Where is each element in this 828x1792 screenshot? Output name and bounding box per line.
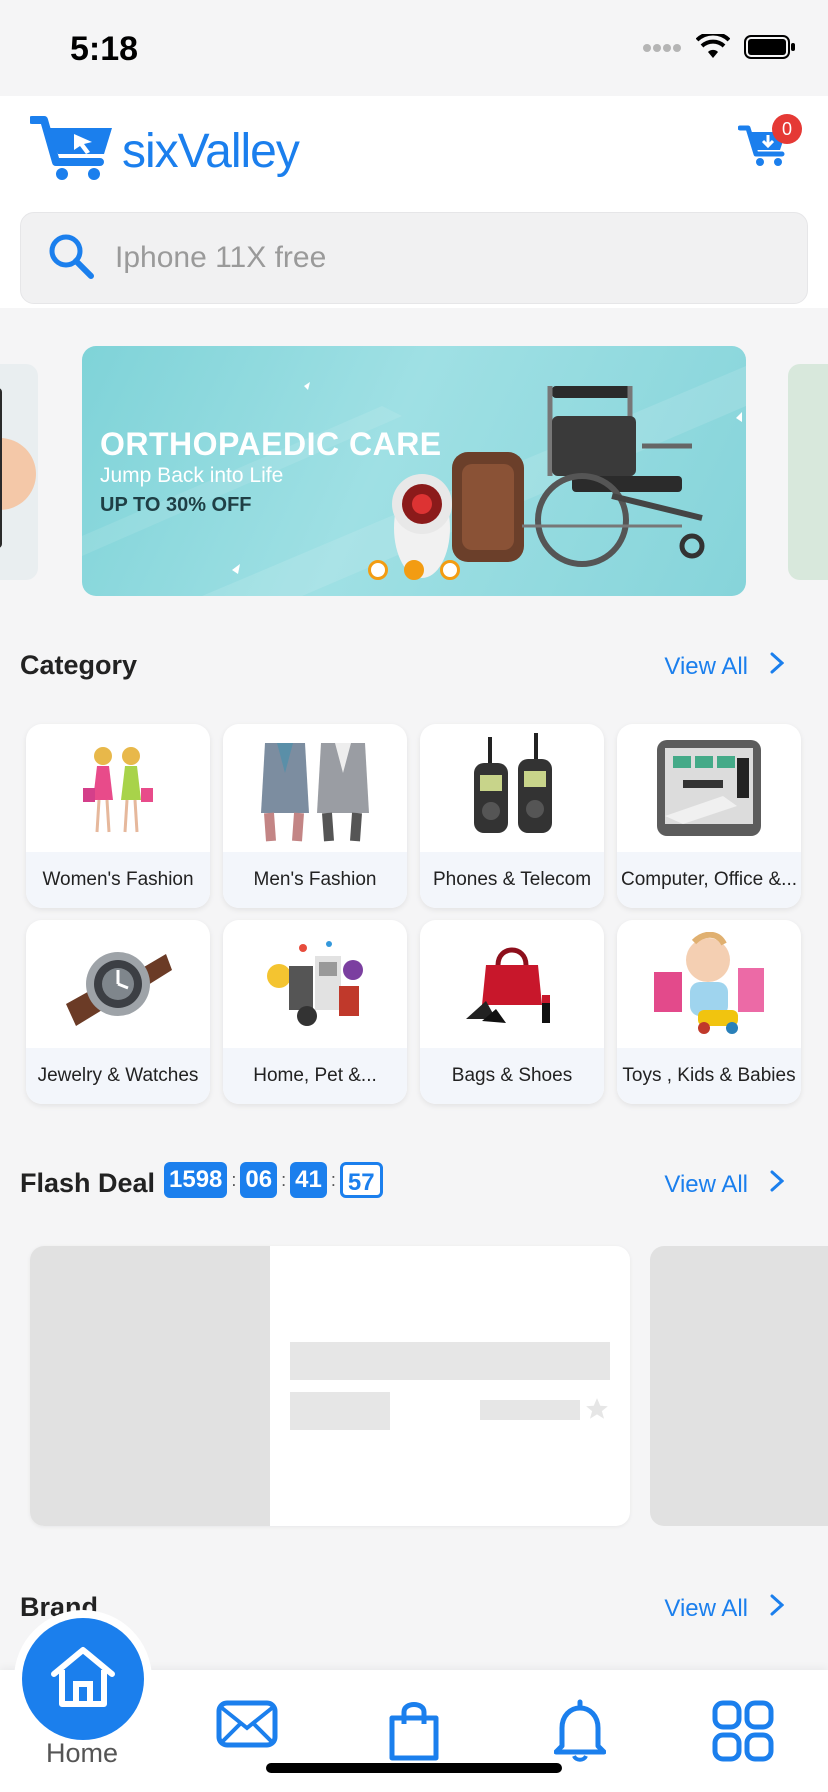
cart-badge: 0 bbox=[772, 114, 802, 144]
bell-icon bbox=[553, 1699, 607, 1766]
nav-orders-button[interactable] bbox=[388, 1700, 440, 1767]
cart-button[interactable]: 0 bbox=[737, 114, 802, 176]
nav-notifications-button[interactable] bbox=[553, 1698, 607, 1767]
category-label: Home, Pet &... bbox=[223, 1048, 407, 1104]
logo-text: sixValley bbox=[122, 125, 300, 178]
chevron-right-icon bbox=[770, 1594, 785, 1623]
flash-deal-view-all[interactable]: View All bbox=[664, 1170, 785, 1199]
mail-icon bbox=[216, 1700, 278, 1752]
timer-hours: 06 bbox=[240, 1162, 278, 1198]
category-label: Bags & Shoes bbox=[420, 1048, 604, 1104]
flash-deal-card-loading[interactable] bbox=[30, 1246, 630, 1526]
view-all-label: View All bbox=[664, 1170, 748, 1198]
category-card-computer-office[interactable]: Computer, Office &... bbox=[617, 724, 801, 908]
category-view-all[interactable]: View All bbox=[664, 652, 785, 681]
timer-separator: : bbox=[281, 1169, 287, 1190]
brand-header: Brand View All bbox=[20, 1592, 808, 1632]
star-icon bbox=[584, 1396, 610, 1427]
search-input[interactable] bbox=[115, 241, 755, 275]
jewelry-watches-image bbox=[26, 920, 210, 1048]
signal-icon bbox=[642, 41, 682, 59]
view-all-label: View All bbox=[664, 652, 748, 680]
product-rating-placeholder bbox=[480, 1400, 580, 1420]
category-label: Women's Fashion bbox=[26, 852, 210, 908]
nav-more-button[interactable] bbox=[712, 1700, 774, 1767]
banner-next-slide[interactable] bbox=[788, 364, 828, 580]
timer-days: 1598 bbox=[164, 1162, 228, 1198]
category-grid: Women's Fashion Men's Fashion Phones & T… bbox=[26, 724, 802, 1104]
cart-logo-icon bbox=[28, 114, 116, 189]
category-card-bags-shoes[interactable]: Bags & Shoes bbox=[420, 920, 604, 1104]
chevron-right-icon bbox=[770, 1170, 785, 1199]
product-name-placeholder bbox=[290, 1342, 610, 1380]
category-card-home-pet[interactable]: Home, Pet &... bbox=[223, 920, 407, 1104]
banner-offer: UP TO 30% OFF bbox=[100, 494, 252, 516]
category-card-mens-fashion[interactable]: Men's Fashion bbox=[223, 724, 407, 908]
category-card-phones-telecom[interactable]: Phones & Telecom bbox=[420, 724, 604, 908]
brand-view-all[interactable]: View All bbox=[664, 1594, 785, 1623]
nav-home-label: Home bbox=[46, 1738, 119, 1768]
banner-title: ORTHOPAEDIC CARE bbox=[100, 426, 442, 462]
battery-icon bbox=[744, 34, 796, 65]
product-price-placeholder bbox=[290, 1392, 390, 1430]
view-all-label: View All bbox=[664, 1594, 748, 1622]
chevron-right-icon bbox=[770, 652, 785, 681]
status-icons bbox=[642, 31, 796, 65]
app-logo[interactable]: sixValley bbox=[28, 114, 300, 189]
category-card-jewelry-watches[interactable]: Jewelry & Watches bbox=[26, 920, 210, 1104]
timer-separator: : bbox=[231, 1169, 237, 1190]
mens-fashion-image bbox=[223, 724, 407, 852]
banner-subtitle: Jump Back into Life bbox=[100, 464, 284, 487]
search-icon bbox=[47, 232, 95, 285]
carousel-dot-active[interactable] bbox=[404, 560, 424, 580]
category-label: Jewelry & Watches bbox=[26, 1048, 210, 1104]
cart-icon bbox=[737, 125, 788, 172]
status-time: 5:18 bbox=[70, 30, 139, 68]
bags-shoes-image bbox=[420, 920, 604, 1048]
carousel-dot[interactable] bbox=[368, 560, 388, 580]
search-bar[interactable] bbox=[20, 212, 808, 304]
flash-deal-title: Flash Deal bbox=[20, 1168, 156, 1198]
home-icon bbox=[48, 1644, 118, 1715]
wifi-icon bbox=[695, 31, 731, 65]
timer-minutes: 41 bbox=[290, 1162, 327, 1198]
grid-menu-icon bbox=[712, 1700, 774, 1766]
carousel-indicator bbox=[82, 560, 746, 580]
nav-messages-button[interactable] bbox=[216, 1700, 278, 1753]
category-title: Category bbox=[20, 650, 138, 680]
flash-deal-header: Flash Deal 1598 : 06 : 41 : 57 View All bbox=[20, 1162, 808, 1208]
category-label: Computer, Office &... bbox=[617, 852, 801, 908]
flash-deal-timer: 1598 : 06 : 41 : 57 bbox=[164, 1162, 383, 1198]
banner-carousel[interactable]: ORTHOPAEDIC CARE Jump Back into Life UP … bbox=[0, 346, 828, 596]
womens-fashion-image bbox=[26, 724, 210, 852]
banner-slide[interactable]: ORTHOPAEDIC CARE Jump Back into Life UP … bbox=[82, 346, 746, 596]
category-label: Phones & Telecom bbox=[420, 852, 604, 908]
category-label: Toys , Kids & Babies bbox=[617, 1048, 801, 1104]
category-card-toys-kids[interactable]: Toys , Kids & Babies bbox=[617, 920, 801, 1104]
product-image-placeholder bbox=[30, 1246, 270, 1526]
home-pet-image bbox=[223, 920, 407, 1048]
timer-separator: : bbox=[330, 1169, 336, 1190]
toys-kids-image bbox=[617, 920, 801, 1048]
carousel-dot[interactable] bbox=[440, 560, 460, 580]
category-header: Category View All bbox=[20, 650, 808, 690]
computer-office-image bbox=[617, 724, 801, 852]
nav-home-button[interactable] bbox=[22, 1618, 144, 1740]
phones-telecom-image bbox=[420, 724, 604, 852]
flash-deal-card-next[interactable] bbox=[650, 1246, 828, 1526]
category-label: Men's Fashion bbox=[223, 852, 407, 908]
home-indicator bbox=[266, 1763, 562, 1773]
banner-prev-slide[interactable] bbox=[0, 364, 38, 580]
status-bar: 5:18 bbox=[0, 0, 828, 96]
app-header: sixValley 0 bbox=[0, 96, 828, 308]
category-card-womens-fashion[interactable]: Women's Fashion bbox=[26, 724, 210, 908]
timer-seconds: 57 bbox=[339, 1162, 383, 1198]
